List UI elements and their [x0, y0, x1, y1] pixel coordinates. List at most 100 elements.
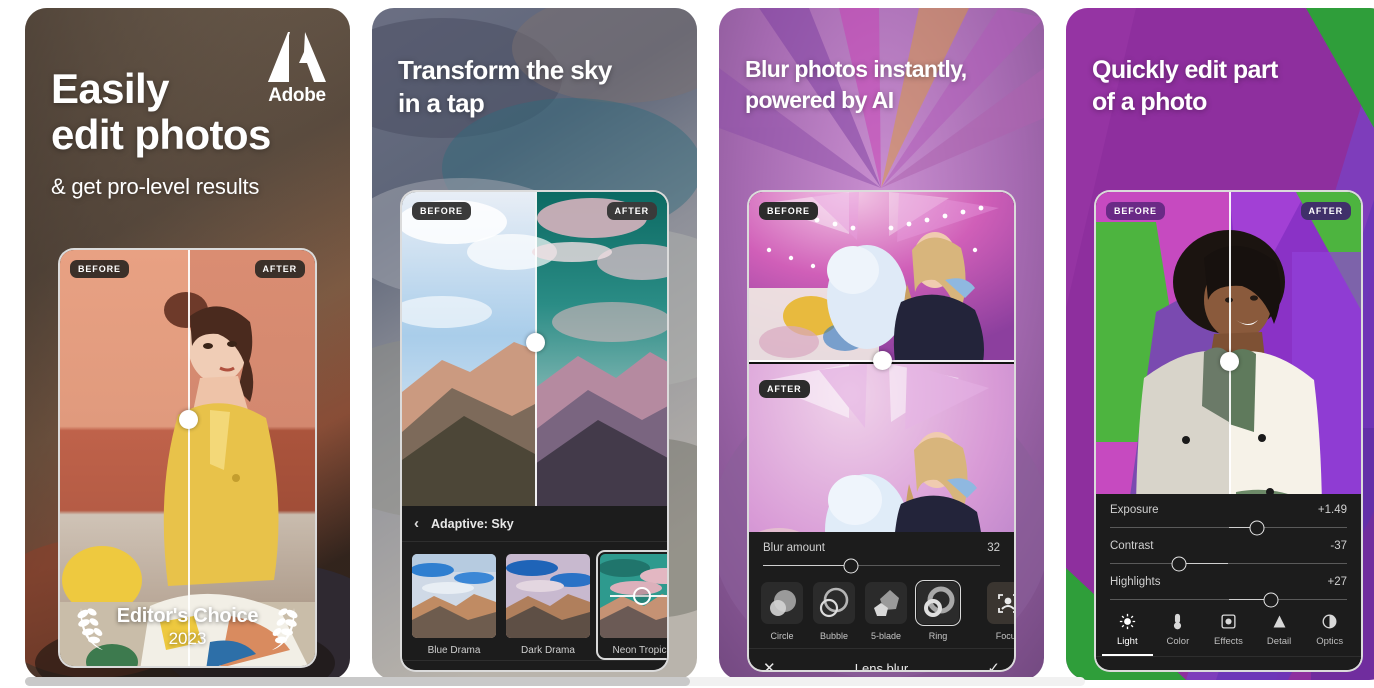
editors-choice-badge: Editor's Choice 2023 — [25, 600, 350, 654]
headline-line-2: edit photos — [51, 111, 271, 158]
blur-tool-circle[interactable]: Circle — [761, 582, 803, 641]
lens-blur-bottom-bar: ✕ Lens blur ✓ — [749, 648, 1014, 670]
before-label: BEFORE — [1106, 202, 1165, 220]
screenshot-card-quickly-edit-part[interactable]: Quickly edit part of a photo BEFORE AFTE… — [1066, 8, 1374, 680]
before-after-preview[interactable]: BEFORE AFTER ‹ Adaptive: Sky Blue Drama … — [400, 190, 669, 672]
preset-thumbnail — [600, 554, 667, 638]
highlights-thumb[interactable] — [1263, 592, 1279, 607]
blur-tool-ring-selected[interactable]: Ring — [914, 579, 962, 641]
card2-headline: Transform the sky in a tap — [372, 8, 697, 120]
bubble-blur-icon — [813, 582, 855, 624]
headline-line-1: Quickly edit part — [1092, 56, 1278, 84]
optics-circle-icon — [1304, 612, 1355, 631]
blur-tool-focus[interactable]: Focus — [987, 582, 1016, 641]
before-label: BEFORE — [70, 260, 129, 278]
tab-light[interactable]: Light — [1102, 612, 1153, 656]
blur-amount-value: 32 — [987, 542, 1000, 554]
blur-tool-bubble[interactable]: Bubble — [813, 582, 855, 641]
masking-editor-panel[interactable]: Exposure +1.49 Contrast -37 Highlights +… — [1096, 494, 1361, 670]
laurel-wreath-right-icon — [272, 608, 298, 650]
comparison-slider-handle[interactable] — [178, 410, 198, 429]
highlights-value: +27 — [1327, 576, 1347, 588]
highlights-track[interactable] — [1110, 592, 1347, 607]
chevron-left-icon[interactable]: ‹ — [414, 516, 419, 531]
blur-amount-slider-row: Blur amount 32 — [749, 532, 1014, 573]
award-year: 2023 — [168, 629, 207, 648]
screenshot-gallery: Adobe Easily edit photos & get pro-level… — [0, 0, 1374, 688]
highlights-slider-row: Highlights +27 — [1096, 566, 1361, 607]
preset-item[interactable]: Blue Drama — [412, 554, 496, 656]
preset-intensity-slider[interactable] — [610, 595, 667, 597]
focus-tool-label: Focus — [995, 631, 1016, 641]
laurel-wreath-left-icon — [77, 608, 103, 650]
blur-tool-label: Ring — [928, 631, 948, 641]
before-after-preview[interactable]: BEFORE AFTER Exposure +1.49 Contrast -37… — [1094, 190, 1363, 672]
blur-amount-track[interactable] — [763, 558, 1000, 573]
after-label: AFTER — [254, 260, 305, 278]
contrast-thumb[interactable] — [1171, 556, 1187, 571]
before-after-preview[interactable]: BEFORE AFTER Blur amount 32 Circle Bubbl… — [747, 190, 1016, 672]
before-label: BEFORE — [759, 202, 818, 220]
contrast-track[interactable] — [1110, 556, 1347, 571]
tab-effects[interactable]: Effects — [1203, 612, 1254, 656]
tab-label: Color — [1166, 636, 1190, 647]
headline-line-1: Blur photos instantly, — [745, 56, 967, 82]
headline-line-1: Transform the sky — [398, 55, 612, 85]
tab-optics[interactable]: Optics — [1304, 612, 1355, 656]
blur-amount-thumb[interactable] — [843, 558, 859, 573]
headline-line-2: powered by AI — [745, 87, 894, 113]
preset-label: Neon Tropics — [612, 645, 669, 656]
contrast-label: Contrast — [1110, 540, 1154, 552]
blur-tool-label: Bubble — [819, 631, 849, 641]
comparison-slider-handle[interactable] — [525, 333, 545, 352]
checkmark-icon[interactable]: ✓ — [980, 659, 1000, 670]
comparison-slider-handle[interactable] — [1219, 352, 1239, 371]
blur-shape-tools: Circle Bubble 5-blade Ring Focu — [749, 568, 1014, 648]
exposure-thumb[interactable] — [1249, 520, 1265, 535]
exposure-track[interactable] — [1110, 520, 1347, 535]
preset-label: Dark Drama — [521, 645, 575, 656]
headline-line-2: of a photo — [1092, 88, 1207, 116]
exposure-value: +1.49 — [1317, 504, 1347, 516]
tab-detail[interactable]: Detail — [1254, 612, 1305, 656]
tab-color[interactable]: Color — [1153, 612, 1204, 656]
presets-editor-panel[interactable]: ‹ Adaptive: Sky Blue Drama Dark Drama Ne… — [402, 506, 667, 670]
headline-subtext: & get pro-level results — [51, 174, 260, 199]
screenshot-card-transform-sky[interactable]: Transform the sky in a tap BEFORE AFTER … — [372, 8, 697, 680]
tab-label: Light — [1116, 636, 1138, 647]
preset-item-selected[interactable]: Neon Tropics — [596, 550, 669, 660]
sun-icon — [1102, 612, 1153, 631]
preset-item[interactable]: Dark Drama — [506, 554, 590, 656]
lens-blur-editor-panel[interactable]: Blur amount 32 Circle Bubble 5-blade Rin… — [749, 532, 1014, 670]
screenshot-card-blur-photos[interactable]: Blur photos instantly, powered by AI BEF… — [719, 8, 1044, 680]
presets-panel-title: Adaptive: Sky — [431, 516, 514, 531]
presets-panel-header: ‹ Adaptive: Sky — [402, 506, 667, 542]
blur-tool-label: Circle — [770, 631, 794, 641]
horizontal-scrollbar[interactable] — [25, 677, 1085, 686]
close-x-icon[interactable]: ✕ — [416, 671, 436, 672]
masking-bottom-bar: ✕ Masking ✓ — [1096, 656, 1361, 670]
effects-square-icon — [1203, 612, 1254, 631]
exposure-slider-row: Exposure +1.49 — [1096, 494, 1361, 535]
contrast-slider-row: Contrast -37 — [1096, 530, 1361, 571]
tab-label: Effects — [1214, 636, 1243, 647]
preset-thumbnail — [412, 554, 496, 638]
close-x-icon[interactable]: ✕ — [1110, 667, 1130, 670]
scrollbar-thumb[interactable] — [25, 677, 690, 686]
edit-tool-tabs: Light Color Effects Detail Optics — [1096, 602, 1361, 656]
card3-headline: Blur photos instantly, powered by AI — [719, 8, 1044, 116]
adobe-logo: Adobe — [266, 30, 328, 107]
checkmark-icon[interactable]: ✓ — [1327, 667, 1347, 670]
checkmark-icon[interactable]: ✓ — [633, 671, 653, 672]
preset-label: Blue Drama — [427, 645, 481, 656]
blur-tool-label: 5-blade — [870, 631, 902, 641]
after-label: AFTER — [1300, 202, 1351, 220]
presets-bottom-bar: ✕ Presets ✓ — [402, 660, 667, 672]
comparison-slider-handle[interactable] — [872, 351, 892, 370]
screenshot-card-easily-edit-photos[interactable]: Adobe Easily edit photos & get pro-level… — [25, 8, 350, 680]
focus-target-icon — [987, 582, 1014, 624]
ring-blur-icon — [914, 579, 962, 627]
blur-tool-5-blade[interactable]: 5-blade — [865, 582, 907, 641]
after-label: AFTER — [606, 202, 657, 220]
close-x-icon[interactable]: ✕ — [763, 659, 783, 670]
